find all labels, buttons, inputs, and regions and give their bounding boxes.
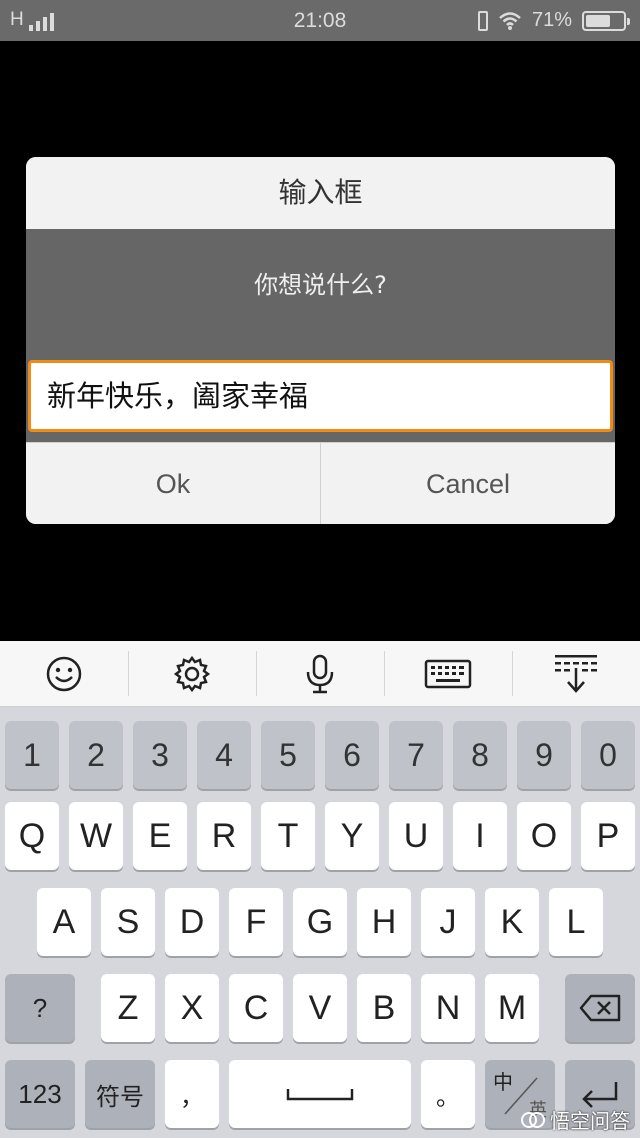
charge-icon: [477, 10, 488, 31]
key-8[interactable]: 8: [453, 721, 507, 789]
symbol-key[interactable]: 符号: [85, 1060, 155, 1128]
key-u[interactable]: U: [389, 802, 443, 870]
key-0[interactable]: 0: [581, 721, 635, 789]
key-y[interactable]: Y: [325, 802, 379, 870]
key-q[interactable]: Q: [5, 802, 59, 870]
dialog-body: 你想说什么? 新年快乐，阖家幸福: [26, 229, 615, 442]
dialog-message: 你想说什么?: [254, 271, 387, 299]
soft-keyboard: 1 2 3 4 5 6 7 8 9 0 Q W E R T Y U I O P …: [0, 707, 640, 1138]
keyboard-toolbar: [0, 641, 640, 707]
keyboard-switch-button[interactable]: [384, 641, 512, 706]
key-j[interactable]: J: [421, 888, 475, 956]
collapse-keyboard-icon: [555, 654, 597, 693]
key-x[interactable]: X: [165, 974, 219, 1042]
cancel-button[interactable]: Cancel: [320, 443, 615, 524]
wifi-icon: [499, 11, 521, 30]
key-9[interactable]: 9: [517, 721, 571, 789]
key-r[interactable]: R: [197, 802, 251, 870]
ok-button[interactable]: Ok: [26, 443, 320, 524]
battery-icon: [582, 10, 630, 31]
key-n[interactable]: N: [421, 974, 475, 1042]
key-5[interactable]: 5: [261, 721, 315, 789]
key-s[interactable]: S: [101, 888, 155, 956]
key-2[interactable]: 2: [69, 721, 123, 789]
key-g[interactable]: G: [293, 888, 347, 956]
watermark-text: 悟空问答: [550, 1109, 630, 1133]
key-b[interactable]: B: [357, 974, 411, 1042]
backspace-icon: [579, 994, 621, 1022]
space-bar-icon: [286, 1089, 354, 1101]
key-e[interactable]: E: [133, 802, 187, 870]
key-m[interactable]: M: [485, 974, 539, 1042]
period-key[interactable]: 。: [421, 1060, 475, 1128]
dialog-title: 输入框: [26, 157, 615, 229]
keyboard-icon: [424, 659, 472, 688]
number-mode-key[interactable]: 123: [5, 1060, 75, 1128]
emoji-icon: [46, 656, 82, 691]
key-6[interactable]: 6: [325, 721, 379, 789]
key-3[interactable]: 3: [133, 721, 187, 789]
watermark: 悟空问答: [520, 1105, 630, 1134]
battery-level: [586, 14, 611, 27]
hide-keyboard-button[interactable]: [512, 641, 640, 706]
key-k[interactable]: K: [485, 888, 539, 956]
key-i[interactable]: I: [453, 802, 507, 870]
key-f[interactable]: F: [229, 888, 283, 956]
comma-key[interactable]: ，: [165, 1060, 219, 1128]
key-v[interactable]: V: [293, 974, 347, 1042]
key-c[interactable]: C: [229, 974, 283, 1042]
dialog-text-input[interactable]: 新年快乐，阖家幸福: [28, 360, 613, 432]
emoji-button[interactable]: [0, 641, 128, 706]
key-d[interactable]: D: [165, 888, 219, 956]
key-l[interactable]: L: [549, 888, 603, 956]
key-4[interactable]: 4: [197, 721, 251, 789]
key-t[interactable]: T: [261, 802, 315, 870]
key-p[interactable]: P: [581, 802, 635, 870]
key-o[interactable]: O: [517, 802, 571, 870]
backspace-key[interactable]: [565, 974, 635, 1042]
key-h[interactable]: H: [357, 888, 411, 956]
key-1[interactable]: 1: [5, 721, 59, 789]
key-w[interactable]: W: [69, 802, 123, 870]
gear-icon: [173, 655, 211, 692]
status-bar: H 21:08 71%: [0, 0, 640, 41]
settings-button[interactable]: [128, 641, 256, 706]
battery-percent: 71%: [531, 9, 572, 31]
dialog-buttons: Ok Cancel: [26, 442, 615, 524]
space-key[interactable]: [229, 1060, 411, 1128]
key-z[interactable]: Z: [101, 974, 155, 1042]
key-a[interactable]: A: [37, 888, 91, 956]
input-dialog: 输入框 你想说什么? 新年快乐，阖家幸福 Ok Cancel: [26, 157, 615, 524]
microphone-icon: [306, 654, 334, 693]
wukong-logo-icon: [521, 1111, 545, 1128]
key-7[interactable]: 7: [389, 721, 443, 789]
shift-key[interactable]: ?: [5, 974, 75, 1042]
voice-input-button[interactable]: [256, 641, 384, 706]
